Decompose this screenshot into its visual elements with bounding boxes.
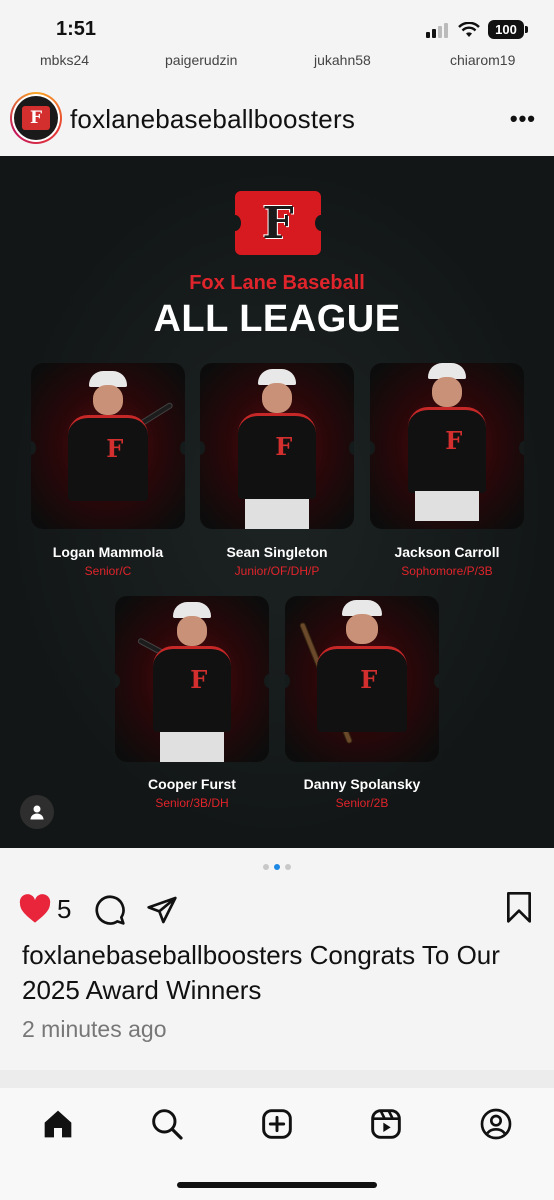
tab-home[interactable] xyxy=(38,1104,78,1144)
signal-icon xyxy=(426,22,448,38)
story-username[interactable]: paigerudzin xyxy=(165,52,237,68)
post-actions: 5 xyxy=(0,890,554,930)
status-time: 1:51 xyxy=(56,18,97,40)
comment-icon[interactable] xyxy=(94,894,126,926)
heart-icon[interactable] xyxy=(18,894,52,924)
avatar-logo: F xyxy=(22,106,50,130)
player-position: Senior/3B/DH xyxy=(155,796,229,810)
reels-icon xyxy=(371,1109,401,1139)
story-username[interactable]: jukahn58 xyxy=(314,52,371,68)
jersey-logo: F xyxy=(360,665,378,694)
player-name: Sean Singleton xyxy=(226,544,328,560)
jersey-logo: F xyxy=(275,432,293,461)
home-icon xyxy=(44,1110,72,1138)
tab-create[interactable] xyxy=(257,1104,297,1144)
player-name: Danny Spolansky xyxy=(303,776,421,792)
caption-username[interactable]: foxlanebaseballboosters xyxy=(22,940,302,970)
status-bar: 1:51 100 xyxy=(0,0,554,50)
divider xyxy=(0,1070,554,1088)
player-position: Junior/OF/DH/P xyxy=(234,564,320,578)
player-name: Cooper Furst xyxy=(148,776,236,792)
tab-profile[interactable] xyxy=(476,1104,516,1144)
status-icons: 100 xyxy=(426,20,528,39)
player-photo-card: F xyxy=(115,596,269,762)
tab-reels[interactable] xyxy=(366,1104,406,1144)
bookmark-icon[interactable] xyxy=(504,892,534,924)
player-name: Logan Mammola xyxy=(52,544,164,560)
tab-search[interactable] xyxy=(147,1104,187,1144)
carousel-dot xyxy=(274,864,280,870)
player-position: Senior/2B xyxy=(335,796,389,810)
player-photo-card: F xyxy=(370,363,524,529)
player-position: Senior/C xyxy=(84,564,132,578)
wifi-icon xyxy=(458,21,480,37)
player-position: Sophomore/P/3B xyxy=(401,564,493,578)
player-photo-card: F xyxy=(200,363,354,529)
jersey-logo: F xyxy=(190,665,208,694)
share-icon[interactable] xyxy=(146,894,178,926)
carousel-indicator xyxy=(0,864,554,870)
player-photo-card: F xyxy=(285,596,439,762)
avatar[interactable]: F xyxy=(10,92,62,144)
post-caption: foxlanebaseballboosters Congrats To Our … xyxy=(22,938,532,1008)
post-header: F foxlanebaseballboosters ••• xyxy=(0,80,554,154)
player-photo-card: F xyxy=(31,363,185,529)
post-username[interactable]: foxlanebaseballboosters xyxy=(70,104,355,135)
profile-icon xyxy=(480,1108,512,1140)
user-tag-button[interactable] xyxy=(20,795,54,829)
post-timestamp: 2 minutes ago xyxy=(22,1016,167,1042)
player-name: Jackson Carroll xyxy=(394,544,500,560)
carousel-dot xyxy=(263,864,269,870)
create-icon xyxy=(262,1109,292,1139)
stories-row[interactable]: mbks24 paigerudzin jukahn58 chiarom19 xyxy=(0,50,554,68)
jersey-logo: F xyxy=(445,426,463,455)
search-icon xyxy=(152,1109,183,1140)
battery-indicator: 100 xyxy=(488,20,528,39)
graphic-title: ALL LEAGUE xyxy=(153,298,401,340)
like-count[interactable]: 5 xyxy=(57,894,71,925)
user-tag-icon xyxy=(30,805,44,820)
bottom-tab-bar xyxy=(0,1088,554,1200)
story-username[interactable]: mbks24 xyxy=(40,52,89,68)
carousel-dot xyxy=(285,864,291,870)
graphic-subtitle: Fox Lane Baseball xyxy=(189,272,365,294)
team-logo: F xyxy=(229,191,327,255)
story-username[interactable]: chiarom19 xyxy=(450,52,515,68)
more-options-icon[interactable]: ••• xyxy=(510,106,536,132)
jersey-logo: F xyxy=(106,434,124,463)
home-indicator xyxy=(177,1182,377,1188)
logo-letter: F xyxy=(262,197,294,249)
post-image[interactable]: F Fox Lane Baseball ALL LEAGUE F Logan M… xyxy=(0,156,554,848)
